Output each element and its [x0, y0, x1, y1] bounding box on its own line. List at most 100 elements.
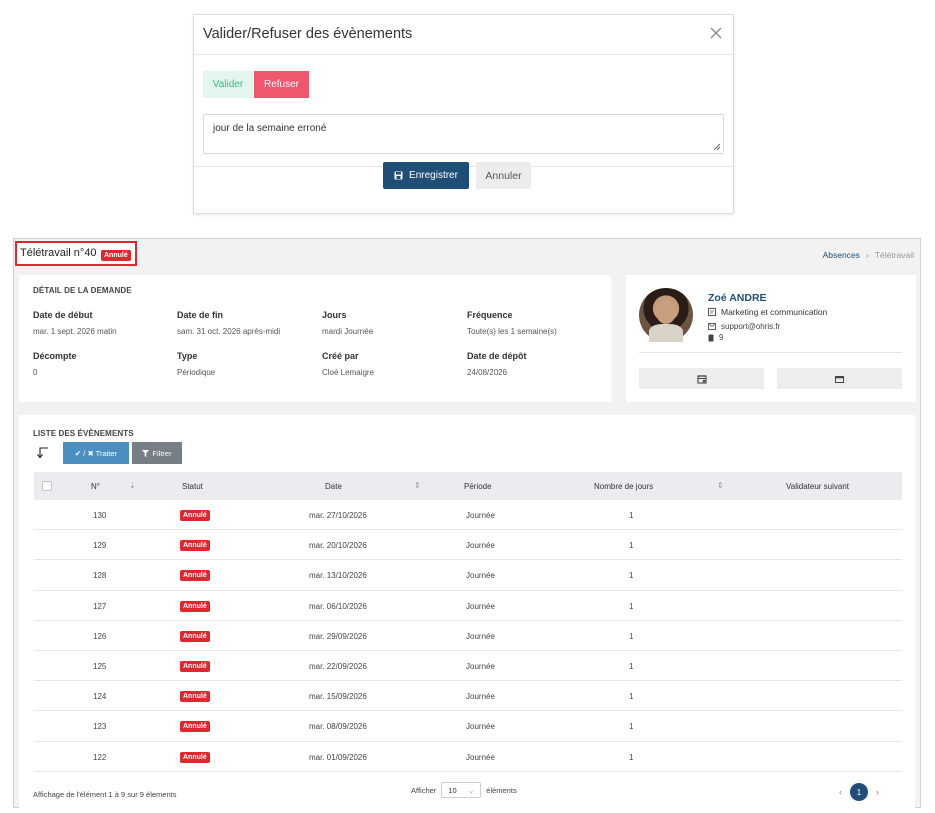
comment-textarea[interactable]: jour de la semaine erroné — [203, 114, 724, 154]
phone-icon — [708, 334, 714, 341]
page-length-control: Afficher 10 ⌄ éléments — [411, 782, 517, 798]
cell-number: 123 — [93, 722, 107, 732]
cell-days-count: 1 — [629, 601, 634, 611]
pagination: ‹ 1 › — [839, 783, 879, 801]
cell-number: 128 — [93, 571, 107, 581]
cell-days-count: 1 — [629, 661, 634, 671]
cell-status-badge: Annulé — [180, 691, 210, 703]
cell-date: mar. 08/09/2026 — [309, 722, 367, 732]
cell-period: Journée — [466, 601, 495, 611]
cell-date: mar. 22/09/2026 — [309, 661, 367, 671]
cell-number: 127 — [93, 601, 107, 611]
cell-date: mar. 29/09/2026 — [309, 631, 367, 641]
field-value-count: 0 — [33, 368, 38, 377]
column-number[interactable]: N° — [91, 482, 100, 491]
avatar-face — [656, 300, 676, 324]
table-row[interactable]: 129 Annulé mar. 20/10/2026 Journée 1 — [34, 530, 902, 561]
cell-number: 129 — [93, 541, 107, 551]
cell-period: Journée — [466, 692, 495, 702]
select-all-checkbox[interactable] — [42, 481, 52, 491]
column-days-count[interactable]: Nombre de jours — [594, 482, 653, 491]
open-window-button[interactable] — [777, 368, 902, 389]
process-button[interactable]: ✔ / ✖ Traiter — [63, 442, 129, 464]
cell-days-count: 1 — [629, 571, 634, 581]
column-date[interactable]: Date — [325, 482, 342, 491]
cell-period: Journée — [466, 722, 495, 732]
next-page-icon[interactable]: › — [876, 787, 879, 797]
page-title: Télétravail n°40 — [20, 247, 97, 259]
sort-icon[interactable]: ⇕ — [717, 481, 724, 490]
table-row[interactable]: 126 Annulé mar. 29/09/2026 Journée 1 — [34, 621, 902, 651]
elements-label: éléments — [486, 785, 517, 795]
field-label-count: Décompte — [33, 351, 77, 361]
cell-days-count: 1 — [629, 541, 634, 551]
table-row[interactable]: 127 Annulé mar. 06/10/2026 Journée 1 — [34, 591, 902, 621]
close-icon[interactable] — [707, 24, 725, 42]
table-row[interactable]: 124 Annulé mar. 15/09/2026 Journée 1 — [34, 681, 902, 712]
calendar-icon — [696, 374, 707, 384]
cell-period: Journée — [466, 752, 495, 762]
modal-body: Valider Refuser jour de la semaine erron… — [194, 55, 733, 167]
cell-days-count: 1 — [629, 722, 634, 732]
table-row[interactable]: 130 Annulé mar. 27/10/2026 Journée 1 — [34, 500, 902, 531]
sort-desc-icon[interactable]: ⇣ — [129, 481, 136, 490]
table-row[interactable]: 122 Annulé mar. 01/09/2026 Journée 1 — [34, 742, 902, 772]
field-label-start-date: Date de début — [33, 310, 93, 320]
field-label-submit-date: Date de dépôt — [467, 351, 527, 361]
avatar-body — [649, 324, 683, 342]
page-title-box: Télétravail n°40 Annulé — [15, 241, 137, 266]
window-icon — [835, 375, 844, 383]
save-button[interactable]: Enregistrer — [383, 162, 469, 189]
breadcrumb-absences[interactable]: Absences — [823, 250, 860, 260]
filter-button[interactable]: Filtrer — [132, 442, 182, 464]
calendar-button[interactable] — [639, 368, 764, 389]
previous-page-icon[interactable]: ‹ — [839, 787, 842, 797]
cell-status-badge: Annulé — [180, 600, 210, 612]
cell-period: Journée — [466, 511, 495, 520]
breadcrumb-current: Télétravail — [874, 250, 914, 260]
employee-name[interactable]: Zoé ANDRE — [708, 292, 767, 304]
cell-number: 124 — [93, 692, 107, 702]
cell-number: 125 — [93, 661, 107, 671]
cell-days-count: 1 — [629, 511, 634, 520]
field-value-days: mardi Journée — [322, 327, 374, 336]
column-next-validator: Validateur suivant — [786, 482, 849, 491]
email-icon — [708, 323, 716, 330]
filter-icon — [142, 449, 150, 457]
field-label-created-by: Créé par — [322, 351, 359, 361]
valider-button[interactable]: Valider — [203, 71, 253, 98]
cell-status-badge: Annulé — [180, 570, 210, 582]
save-button-label: Enregistrer — [409, 170, 458, 181]
page-length-select[interactable]: 10 ⌄ — [441, 782, 482, 798]
cell-date: mar. 13/10/2026 — [309, 571, 367, 581]
modal-title: Valider/Refuser des évènements — [203, 26, 413, 42]
department-icon — [708, 308, 716, 316]
refuser-button[interactable]: Refuser — [254, 71, 309, 98]
page-button-current[interactable]: 1 — [850, 783, 868, 801]
sort-icon[interactable]: ⇕ — [414, 481, 421, 490]
cell-status-badge: Annulé — [180, 540, 210, 552]
save-icon — [394, 171, 403, 180]
cell-period: Journée — [466, 631, 495, 641]
cell-days-count: 1 — [629, 752, 634, 762]
table-row[interactable]: 123 Annulé mar. 08/09/2026 Journée 1 — [34, 711, 902, 742]
table-row[interactable]: 128 Annulé mar. 13/10/2026 Journée 1 — [34, 560, 902, 591]
pagination-info: Affichage de l'élément 1 à 9 sur 9 éleme… — [33, 790, 177, 799]
employee-profile-card: Zoé ANDRE Marketing et communication sup… — [626, 275, 916, 402]
cancel-button[interactable]: Annuler — [476, 162, 531, 189]
cell-days-count: 1 — [629, 692, 634, 702]
events-card: LISTE DES ÉVÈNEMENTS ✔ / ✖ Traiter Filtr… — [19, 415, 915, 808]
cell-days-count: 1 — [629, 631, 634, 641]
return-arrow-icon[interactable] — [35, 445, 49, 459]
cell-period: Journée — [466, 541, 495, 551]
field-label-type: Type — [177, 351, 198, 361]
cell-status-badge: Annulé — [180, 660, 210, 672]
events-section-title: LISTE DES ÉVÈNEMENTS — [33, 429, 134, 438]
table-body: 130 Annulé mar. 27/10/2026 Journée 1 129 Annul… — [34, 500, 902, 772]
detail-section-title: DÉTAIL DE LA DEMANDE — [33, 286, 132, 295]
field-label-days: Jours — [322, 310, 347, 320]
cell-date: mar. 27/10/2026 — [309, 511, 367, 520]
resize-handle-icon[interactable] — [713, 143, 720, 150]
email-label: support@ohris.fr — [721, 322, 781, 331]
table-row[interactable]: 125 Annulé mar. 22/09/2026 Journée 1 — [34, 651, 902, 682]
